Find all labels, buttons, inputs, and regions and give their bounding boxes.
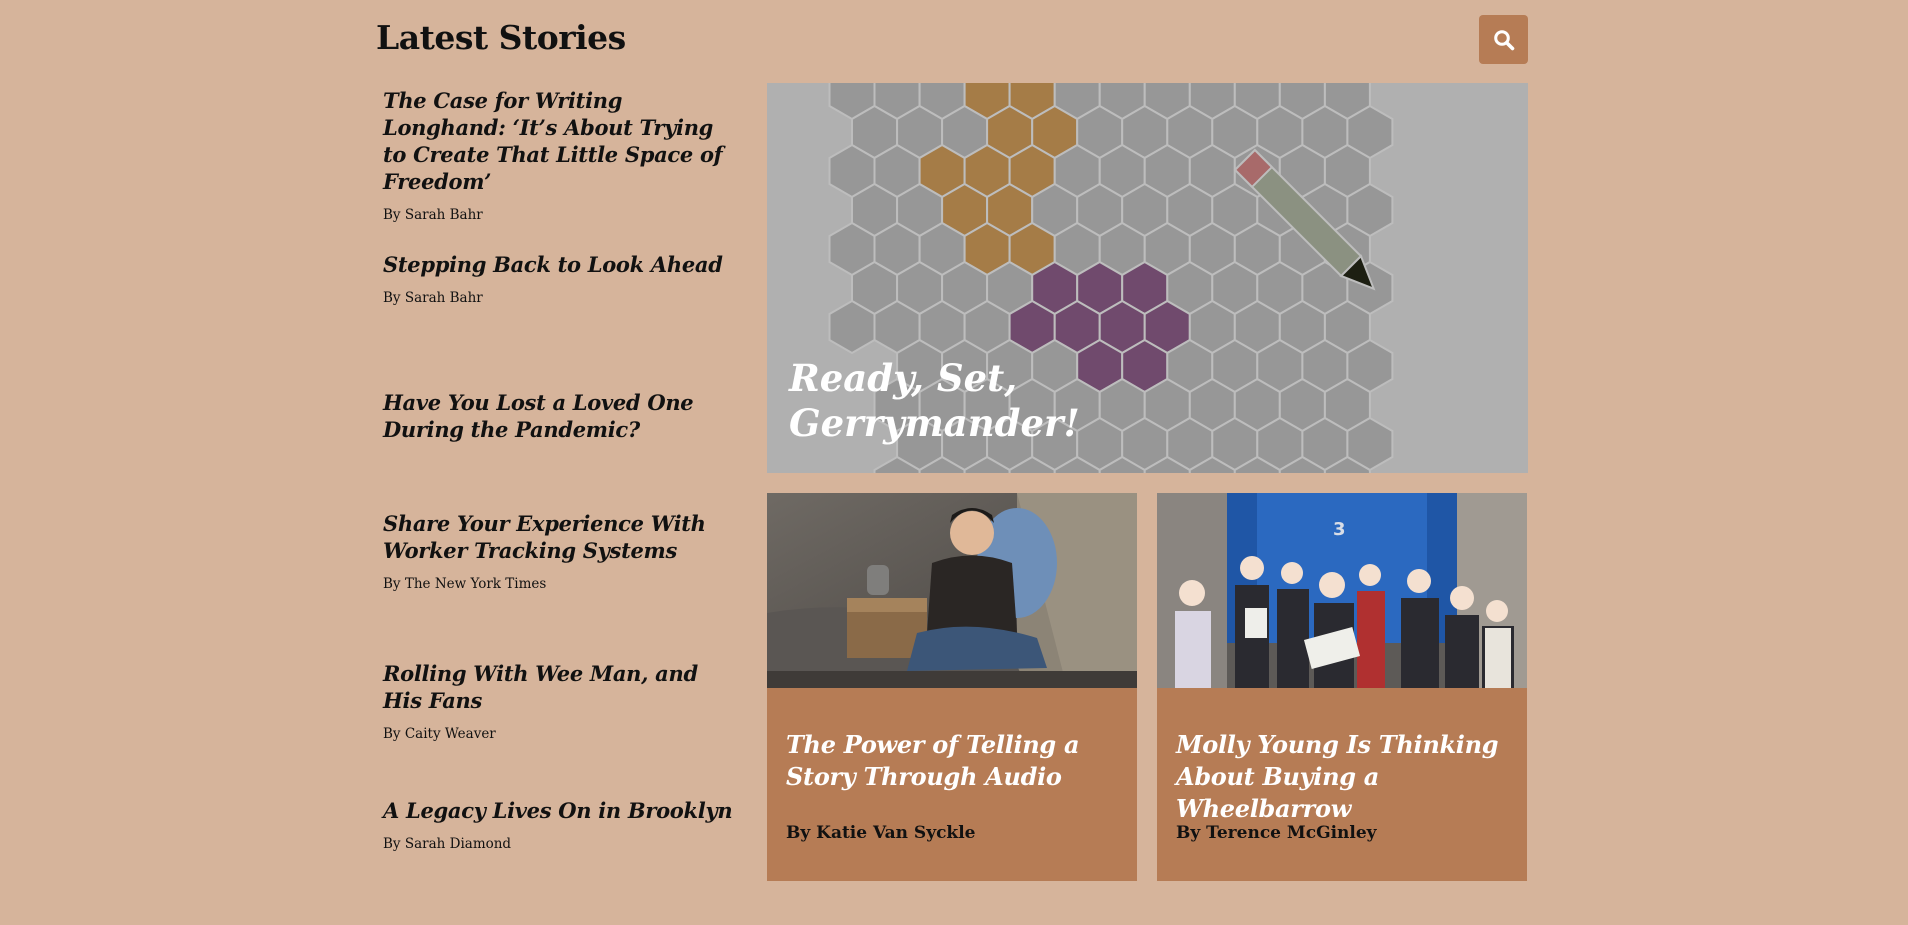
story-title[interactable]: Have You Lost a Loved One During the Pan… [383, 389, 733, 443]
story-item[interactable]: Rolling With Wee Man, and His Fans By Ca… [383, 660, 733, 742]
story-byline: By Caity Weaver [383, 726, 496, 742]
story-byline: By Sarah Bahr [383, 207, 483, 223]
story-card-byline: By Terence McGinley [1176, 823, 1377, 843]
story-card[interactable]: The Power of Telling a Story Through Aud… [767, 493, 1137, 881]
story-byline: By Sarah Diamond [383, 836, 512, 852]
story-card[interactable]: 3 Molly Young Is Thinking About Buying a… [1157, 493, 1527, 881]
story-card-title[interactable]: Molly Young Is Thinking About Buying a W… [1176, 729, 1521, 825]
story-item[interactable]: A Legacy Lives On in Brooklyn By Sarah D… [383, 797, 733, 852]
story-title[interactable]: A Legacy Lives On in Brooklyn [383, 797, 733, 824]
story-card-title[interactable]: The Power of Telling a Story Through Aud… [786, 729, 1131, 793]
search-button[interactable] [1479, 15, 1528, 64]
story-title[interactable]: The Case for Writing Longhand: ‘It’s Abo… [383, 87, 733, 195]
story-title[interactable]: Stepping Back to Look Ahead [383, 251, 733, 278]
story-item[interactable]: Have You Lost a Loved One During the Pan… [383, 389, 733, 443]
story-byline: By The New York Times [383, 576, 547, 592]
story-byline: By Sarah Bahr [383, 290, 483, 306]
search-icon [1493, 29, 1514, 50]
story-item[interactable]: Share Your Experience With Worker Tracki… [383, 510, 733, 592]
page-title: Latest Stories [376, 18, 626, 57]
story-item[interactable]: Stepping Back to Look Ahead By Sarah Bah… [383, 251, 733, 306]
story-card-byline: By Katie Van Syckle [786, 823, 976, 843]
story-item[interactable]: The Case for Writing Longhand: ‘It’s Abo… [383, 87, 733, 223]
featured-story[interactable]: Ready, Set, Gerrymander! [767, 83, 1528, 473]
audio-story-photo [767, 493, 1137, 688]
students-photo: 3 [1157, 493, 1527, 688]
story-title[interactable]: Rolling With Wee Man, and His Fans [383, 660, 733, 714]
story-title[interactable]: Share Your Experience With Worker Tracki… [383, 510, 733, 564]
featured-story-title[interactable]: Ready, Set, Gerrymander! [789, 356, 1109, 446]
svg-text:3: 3 [1333, 519, 1346, 540]
